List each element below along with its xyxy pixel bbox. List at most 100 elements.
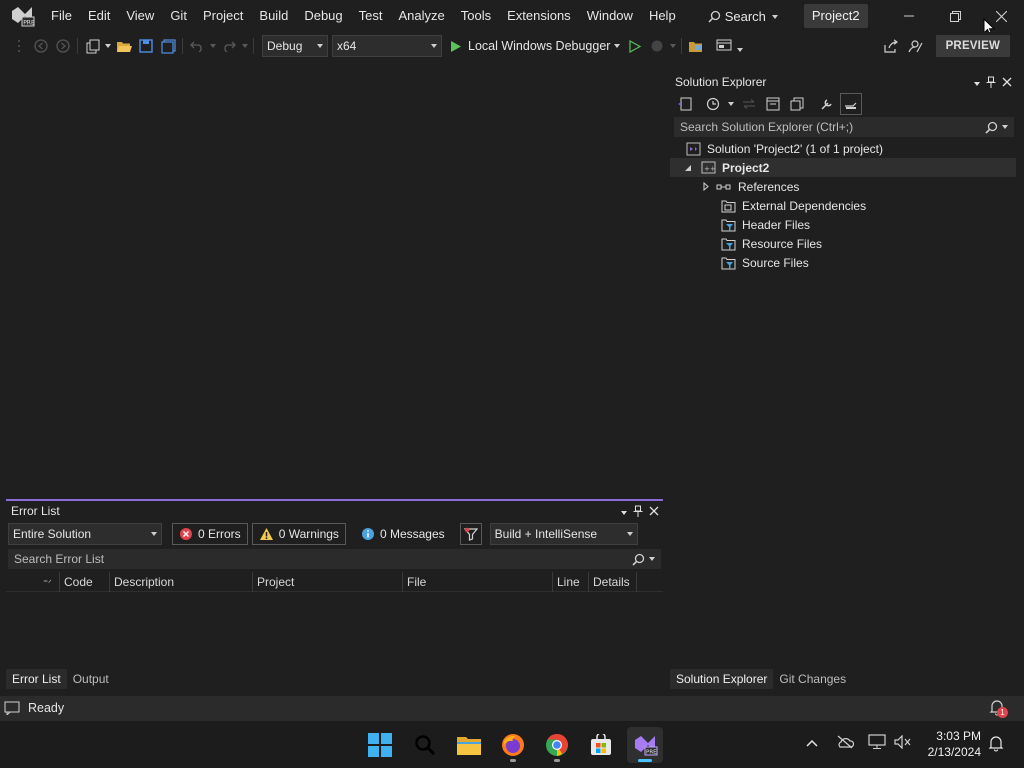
menu-file[interactable]: File bbox=[43, 4, 80, 28]
error-scope-select[interactable]: Entire Solution bbox=[8, 523, 162, 545]
tree-item-external-dependencies[interactable]: External Dependencies bbox=[670, 196, 1016, 215]
menu-extensions[interactable]: Extensions bbox=[499, 4, 579, 28]
tab-error-list[interactable]: Error List bbox=[6, 669, 67, 689]
pin-icon[interactable] bbox=[633, 505, 643, 517]
menu-analyze[interactable]: Analyze bbox=[390, 4, 452, 28]
collapse-all-icon[interactable] bbox=[762, 93, 784, 115]
output-window-icon[interactable] bbox=[4, 701, 20, 715]
network-tray[interactable] bbox=[868, 734, 886, 753]
tab-output[interactable]: Output bbox=[67, 669, 115, 689]
sort-column-icon[interactable]: ⁼ᐟ bbox=[36, 571, 60, 592]
tree-item-project[interactable]: ++ Project2 bbox=[670, 158, 1016, 177]
filter-toggle-button[interactable] bbox=[459, 523, 482, 545]
feedback-icon[interactable] bbox=[905, 35, 927, 57]
minimize-button[interactable] bbox=[886, 0, 932, 32]
chevron-down-icon[interactable] bbox=[668, 35, 678, 57]
undo-icon[interactable] bbox=[186, 35, 208, 57]
build-source-select[interactable]: Build + IntelliSense bbox=[489, 523, 638, 545]
menu-project[interactable]: Project bbox=[195, 4, 251, 28]
global-search-button[interactable]: Search bbox=[702, 4, 784, 28]
tree-item-header-files[interactable]: Header Files bbox=[670, 215, 1016, 234]
chevron-down-icon[interactable] bbox=[240, 35, 250, 57]
taskbar-chrome[interactable] bbox=[539, 727, 575, 763]
column-details[interactable]: Details bbox=[589, 571, 637, 592]
show-all-files-icon[interactable] bbox=[786, 93, 808, 115]
close-icon[interactable] bbox=[1002, 77, 1012, 87]
properties-wrench-icon[interactable] bbox=[816, 93, 838, 115]
live-share-icon[interactable] bbox=[880, 35, 902, 57]
save-icon[interactable] bbox=[135, 35, 157, 57]
chevron-down-icon[interactable] bbox=[103, 35, 113, 57]
editor-area[interactable] bbox=[0, 62, 665, 496]
taskbar-visual-studio[interactable]: PRE bbox=[627, 727, 663, 763]
system-clock[interactable]: 3:03 PM 2/13/2024 bbox=[928, 728, 981, 760]
chevron-down-icon[interactable] bbox=[1002, 125, 1008, 129]
panel-menu-chevron-down-icon[interactable] bbox=[621, 504, 627, 518]
tab-git-changes[interactable]: Git Changes bbox=[773, 669, 852, 689]
tree-item-resource-files[interactable]: Resource Files bbox=[670, 234, 1016, 253]
hot-reload-icon[interactable] bbox=[646, 35, 668, 57]
column-code[interactable]: Code bbox=[60, 571, 110, 592]
warnings-filter-button[interactable]: 0 Warnings bbox=[251, 523, 346, 545]
taskbar-firefox[interactable] bbox=[495, 727, 531, 763]
menu-help[interactable]: Help bbox=[641, 4, 684, 28]
tree-item-solution[interactable]: Solution 'Project2' (1 of 1 project) bbox=[670, 139, 1016, 158]
taskbar-search-button[interactable] bbox=[407, 727, 443, 763]
chevron-down-icon[interactable] bbox=[208, 35, 218, 57]
notification-center-button[interactable] bbox=[988, 735, 1004, 756]
menu-edit[interactable]: Edit bbox=[80, 4, 118, 28]
volume-tray[interactable] bbox=[894, 734, 912, 752]
pin-icon[interactable] bbox=[986, 76, 996, 88]
browse-folder-icon[interactable] bbox=[685, 35, 707, 57]
column-project[interactable]: Project bbox=[253, 571, 403, 592]
tree-item-source-files[interactable]: Source Files bbox=[670, 253, 1016, 272]
onedrive-tray[interactable] bbox=[836, 735, 855, 752]
start-debugging-button[interactable]: Local Windows Debugger bbox=[450, 39, 610, 53]
chevron-down-icon[interactable] bbox=[735, 39, 745, 61]
errors-filter-button[interactable]: 0 Errors bbox=[172, 523, 248, 545]
save-all-icon[interactable] bbox=[157, 35, 179, 57]
redo-icon[interactable] bbox=[218, 35, 240, 57]
layout-icon[interactable] bbox=[713, 35, 735, 57]
close-icon[interactable] bbox=[649, 506, 659, 516]
new-project-icon[interactable] bbox=[81, 35, 103, 57]
platform-select[interactable]: x64 bbox=[332, 35, 442, 57]
notifications-button[interactable]: 1 bbox=[988, 699, 1008, 720]
panel-menu-chevron-down-icon[interactable] bbox=[974, 75, 980, 89]
collapsed-triangle-icon[interactable] bbox=[698, 182, 714, 191]
column-file[interactable]: File bbox=[403, 571, 553, 592]
solution-search-input[interactable]: Search Solution Explorer (Ctrl+;) bbox=[674, 117, 1014, 137]
pending-changes-icon[interactable] bbox=[702, 93, 724, 115]
taskbar-microsoft-store[interactable] bbox=[583, 727, 619, 763]
sync-icon[interactable] bbox=[738, 93, 760, 115]
menu-debug[interactable]: Debug bbox=[296, 4, 350, 28]
chevron-down-icon[interactable] bbox=[649, 557, 655, 561]
menu-tools[interactable]: Tools bbox=[453, 4, 499, 28]
menu-window[interactable]: Window bbox=[579, 4, 641, 28]
preview-badge[interactable]: PREVIEW bbox=[935, 35, 1010, 57]
taskbar-file-explorer[interactable] bbox=[451, 727, 487, 763]
navigate-forward-icon[interactable] bbox=[52, 35, 74, 57]
expanded-triangle-icon[interactable] bbox=[680, 164, 696, 172]
navigate-back-icon[interactable] bbox=[30, 35, 52, 57]
messages-filter-button[interactable]: 0 Messages bbox=[354, 523, 452, 545]
menu-build[interactable]: Build bbox=[251, 4, 296, 28]
tree-item-references[interactable]: References bbox=[670, 177, 1016, 196]
column-line[interactable]: Line bbox=[553, 571, 589, 592]
restore-button[interactable] bbox=[932, 0, 978, 32]
menu-view[interactable]: View bbox=[118, 4, 162, 28]
tab-solution-explorer[interactable]: Solution Explorer bbox=[670, 669, 774, 689]
chevron-down-icon[interactable] bbox=[726, 93, 736, 115]
chevron-down-icon[interactable] bbox=[610, 35, 624, 57]
configuration-select[interactable]: Debug bbox=[262, 35, 328, 57]
open-folder-icon[interactable] bbox=[113, 35, 135, 57]
column-description[interactable]: Description bbox=[110, 571, 253, 592]
error-search-input[interactable]: Search Error List bbox=[8, 549, 661, 569]
menu-git[interactable]: Git bbox=[162, 4, 195, 28]
preview-selected-items-icon[interactable] bbox=[840, 93, 862, 115]
switch-views-icon[interactable] bbox=[674, 93, 696, 115]
start-button[interactable] bbox=[362, 727, 398, 763]
start-without-debugging-icon[interactable] bbox=[624, 35, 646, 57]
menu-test[interactable]: Test bbox=[351, 4, 391, 28]
show-hidden-icons-button[interactable] bbox=[805, 737, 819, 751]
